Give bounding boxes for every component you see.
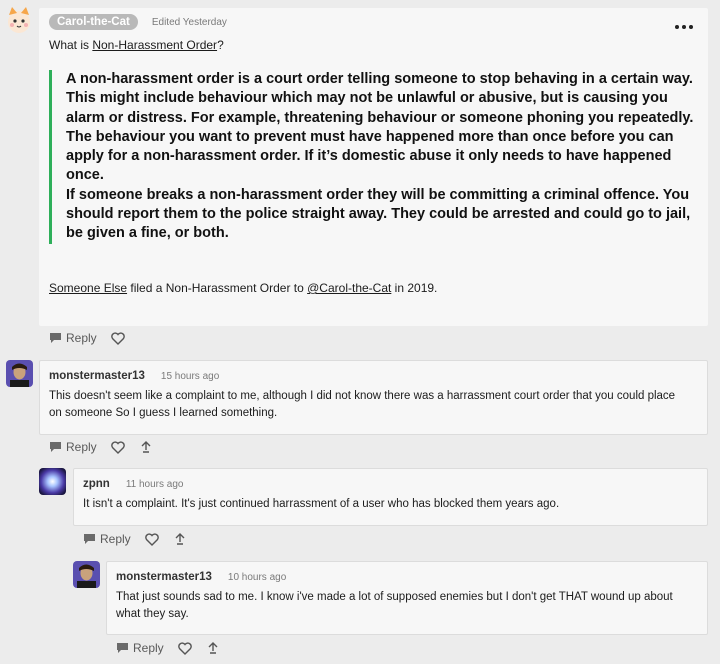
comment-actions-2: Reply bbox=[83, 532, 187, 546]
galaxy-avatar-icon bbox=[39, 468, 66, 495]
boost-icon bbox=[141, 441, 151, 453]
reply-label: Reply bbox=[133, 641, 164, 655]
post-author[interactable]: Carol-the-Cat bbox=[49, 14, 138, 30]
heart-icon bbox=[110, 440, 125, 454]
comment-author-3[interactable]: monstermaster13 bbox=[116, 571, 212, 583]
reply-icon bbox=[117, 643, 128, 653]
reply-label: Reply bbox=[66, 440, 97, 454]
boost-button[interactable] bbox=[139, 440, 153, 454]
question-prefix: What is bbox=[49, 38, 93, 52]
comment-text-1: This doesn't seem like a complaint to me… bbox=[49, 390, 676, 419]
avatar-carol[interactable] bbox=[4, 5, 34, 35]
footer-mid: filed a Non-Harassment Order to bbox=[127, 281, 308, 295]
heart-icon bbox=[177, 641, 192, 655]
question-link[interactable]: Non-Harassment Order bbox=[92, 38, 217, 52]
more-horizontal-icon bbox=[675, 25, 693, 29]
quote-paragraph-1: A non-harassment order is a court order … bbox=[66, 71, 694, 126]
cat-avatar-icon bbox=[8, 7, 30, 33]
post-question: What is Non-Harassment Order? bbox=[49, 37, 224, 54]
reply-icon bbox=[50, 333, 61, 343]
post-actions: Reply bbox=[49, 331, 125, 345]
comment-meta-3: monstermaster13 10 hours ago bbox=[116, 571, 286, 583]
reply-button[interactable]: Reply bbox=[49, 331, 97, 345]
comment-time-2: 11 hours ago bbox=[125, 478, 184, 490]
like-button[interactable] bbox=[144, 532, 159, 546]
footer-user-link[interactable]: Someone Else bbox=[49, 281, 127, 295]
question-suffix: ? bbox=[217, 38, 224, 52]
user-photo-icon bbox=[6, 360, 33, 387]
like-button[interactable] bbox=[177, 641, 192, 655]
post-meta: Carol-the-Cat Edited Yesterday bbox=[49, 14, 227, 30]
more-options-button[interactable] bbox=[672, 20, 696, 32]
comment-meta-1: monstermaster13 15 hours ago bbox=[49, 370, 219, 382]
reply-button[interactable]: Reply bbox=[49, 440, 97, 454]
comment-text-3: That just sounds sad to me. I know i've … bbox=[116, 591, 673, 620]
comment-actions-3: Reply bbox=[116, 641, 220, 655]
reply-label: Reply bbox=[100, 532, 131, 546]
comment-time-3: 10 hours ago bbox=[227, 571, 287, 583]
like-button[interactable] bbox=[110, 331, 125, 345]
reply-icon bbox=[50, 442, 61, 452]
heart-icon bbox=[144, 532, 159, 546]
post-footer: Someone Else filed a Non-Harassment Orde… bbox=[49, 280, 437, 297]
boost-button[interactable] bbox=[206, 641, 220, 655]
comment-author-1[interactable]: monstermaster13 bbox=[49, 370, 145, 382]
comment-time-1: 15 hours ago bbox=[160, 370, 220, 382]
post-quote: A non-harassment order is a court order … bbox=[49, 70, 704, 244]
comment-author-2[interactable]: zpnn bbox=[83, 478, 110, 490]
boost-button[interactable] bbox=[173, 532, 187, 546]
reply-icon bbox=[84, 534, 95, 544]
comment-meta-2: zpnn 11 hours ago bbox=[83, 478, 183, 490]
boost-icon bbox=[175, 533, 185, 545]
user-photo-icon bbox=[73, 561, 100, 588]
avatar-monstermaster13-2[interactable] bbox=[73, 561, 100, 588]
quote-paragraph-3: If someone breaks a non-harassment order… bbox=[66, 186, 691, 242]
footer-end: in 2019. bbox=[391, 281, 438, 295]
footer-mention-link[interactable]: @Carol-the-Cat bbox=[307, 281, 391, 295]
comment-text-2: It isn't a complaint. It's just continue… bbox=[83, 498, 560, 510]
reply-button[interactable]: Reply bbox=[83, 532, 131, 546]
like-button[interactable] bbox=[110, 440, 125, 454]
avatar-monstermaster13[interactable] bbox=[6, 360, 33, 387]
comment-actions-1: Reply bbox=[49, 440, 153, 454]
quote-paragraph-2: The behaviour you want to prevent must h… bbox=[66, 128, 674, 184]
avatar-zpnn[interactable] bbox=[39, 468, 66, 495]
heart-icon bbox=[110, 331, 125, 345]
post-edited: Edited Yesterday bbox=[151, 16, 227, 28]
boost-icon bbox=[208, 642, 218, 654]
reply-button[interactable]: Reply bbox=[116, 641, 164, 655]
reply-label: Reply bbox=[66, 331, 97, 345]
